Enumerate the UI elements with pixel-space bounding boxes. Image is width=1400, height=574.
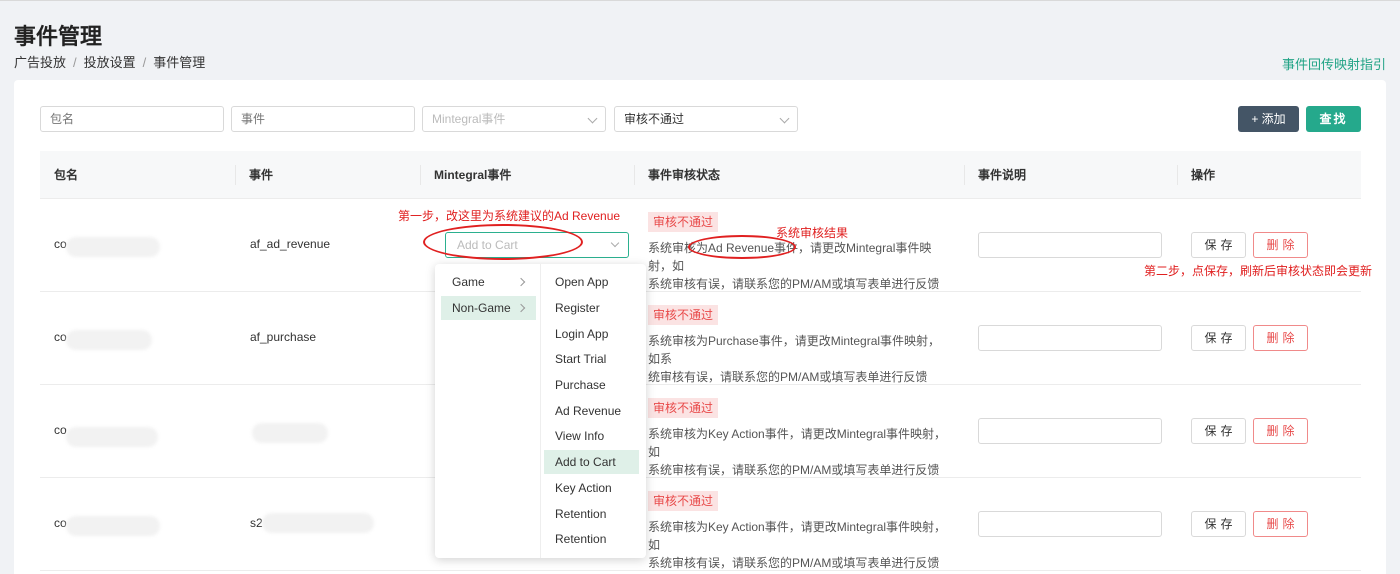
cascader-category-column: Game Non-Game [435, 264, 541, 558]
page-title: 事件管理 [14, 24, 103, 49]
event-description-input[interactable] [978, 325, 1162, 351]
column-header-event-description: 事件说明 [978, 168, 1027, 182]
cascader-option-retention[interactable]: Retention [544, 502, 639, 526]
table-row: co 审核不通过 系统审核为Key Action事件，请更改Mintegral事… [40, 385, 1361, 478]
cascader-option-retention[interactable]: Retention [544, 527, 639, 551]
breadcrumb: 广告投放 / 投放设置 / 事件管理 [14, 52, 205, 71]
status-message-line: 系统审核有误，请联系您的PM/AM或填写表单进行反馈 [648, 556, 940, 570]
status-message: 系统审核为Key Action事件，请更改Mintegral事件映射，如 系统审… [648, 518, 948, 572]
chevron-right-icon [516, 303, 526, 313]
breadcrumb-separator: / [142, 55, 147, 70]
redacted-package-name [66, 516, 160, 536]
status-message-line: 系统审核有误，请联系您的PM/AM或填写表单进行反馈 [648, 463, 940, 477]
cascader-option-start-trial[interactable]: Start Trial [544, 347, 639, 371]
cascader-option-open-app[interactable]: Open App [544, 270, 639, 294]
mintegral-event-filter-select[interactable]: Mintegral事件 [422, 106, 606, 132]
status-message: 系统审核为Key Action事件，请更改Mintegral事件映射，如 系统审… [648, 425, 948, 479]
cascader-option-login-app[interactable]: Login App [544, 322, 639, 346]
page-header: 事件管理 广告投放 / 投放设置 / 事件管理 事件回传映射指引 [0, 0, 1400, 80]
cascader-category-label: Non-Game [452, 301, 511, 315]
cascader-option-ad-revenue[interactable]: Ad Revenue [544, 399, 639, 423]
redacted-event-name [262, 513, 374, 533]
cascader-category-game[interactable]: Game [441, 270, 536, 294]
package-name: co [54, 237, 67, 251]
package-name: co [54, 516, 67, 530]
event-description-input[interactable] [978, 232, 1162, 258]
cascader-option-key-action[interactable]: Key Action [544, 476, 639, 500]
delete-button[interactable]: 删除 [1253, 511, 1308, 537]
status-badge: 审核不通过 [648, 212, 719, 232]
column-header-package: 包名 [54, 168, 79, 182]
redacted-package-name [66, 330, 152, 350]
save-button[interactable]: 保存 [1191, 232, 1246, 258]
delete-button[interactable]: 删除 [1253, 325, 1308, 351]
status-badge: 审核不通过 [648, 491, 719, 511]
chevron-right-icon [516, 277, 526, 287]
breadcrumb-item-ad-delivery[interactable]: 广告投放 [14, 55, 66, 70]
save-button[interactable]: 保存 [1191, 418, 1246, 444]
status-badge: 审核不通过 [648, 398, 719, 418]
annotation-system-result: 系统审核结果 [776, 226, 849, 240]
breadcrumb-item-event-management: 事件管理 [153, 55, 206, 70]
save-button[interactable]: 保存 [1191, 325, 1246, 351]
cascader-category-label: Game [452, 275, 485, 289]
table-row: co af_purchase 审核不通过 系统审核为Purchase事件，请更改… [40, 292, 1361, 385]
chevron-down-icon [587, 113, 598, 124]
event-description-input[interactable] [978, 511, 1162, 537]
status-message-line: 统审核有误，请联系您的PM/AM或填写表单进行反馈 [648, 370, 928, 384]
redacted-event-name [252, 423, 328, 443]
column-header-mintegral-event: Mintegral事件 [434, 168, 512, 182]
delete-button[interactable]: 删除 [1253, 232, 1308, 258]
table-row: co s2 审核不通过 系统审核为Key Action事件，请更改Mintegr… [40, 478, 1361, 571]
status-message-line: 系统审核为Purchase事件，请更改Mintegral事件映射，如系 [648, 334, 941, 366]
breadcrumb-separator: / [73, 55, 77, 70]
breadcrumb-item-delivery-settings[interactable]: 投放设置 [84, 55, 136, 70]
annotation-ellipse-select [423, 224, 583, 260]
redacted-package-name [66, 427, 158, 447]
cascader-category-non-game[interactable]: Non-Game [441, 296, 536, 320]
search-button[interactable]: 查找 [1306, 106, 1361, 132]
chevron-down-icon [610, 238, 620, 248]
status-message-line: 系统审核为Key Action事件，请更改Mintegral事件映射，如 [648, 427, 947, 459]
event-description-input[interactable] [978, 418, 1162, 444]
cascader-option-view-info[interactable]: View Info [544, 424, 639, 448]
redacted-package-name [66, 237, 160, 257]
column-header-review-status: 事件审核状态 [648, 168, 721, 182]
event-filter-input[interactable] [231, 106, 415, 132]
event-name: af_purchase [250, 330, 317, 344]
event-name: s2 [250, 516, 263, 530]
cascader-option-add-to-cart[interactable]: Add to Cart [544, 450, 639, 474]
annotation-ellipse-result [688, 235, 796, 259]
status-filter-value: 审核不通过 [624, 112, 685, 126]
mintegral-event-filter-placeholder: Mintegral事件 [432, 112, 506, 126]
save-button[interactable]: 保存 [1191, 511, 1246, 537]
status-filter-select[interactable]: 审核不通过 [614, 106, 798, 132]
package-name: co [54, 330, 67, 344]
annotation-step-one: 第一步，改这里为系统建议的Ad Revenue [398, 209, 621, 223]
chevron-down-icon [779, 113, 790, 124]
table-header: 包名 事件 Mintegral事件 事件审核状态 事件说明 操作 [40, 151, 1361, 199]
column-header-event: 事件 [249, 168, 274, 182]
mintegral-event-cascader-dropdown: Game Non-Game Open App Register Login Ap… [435, 264, 646, 558]
event-name: af_ad_revenue [250, 237, 331, 251]
column-header-actions: 操作 [1191, 168, 1216, 182]
package-name: co [54, 423, 67, 437]
content-card: Mintegral事件 审核不通过 + 添加 查找 包名 事件 Mintegra… [14, 80, 1386, 574]
delete-button[interactable]: 删除 [1253, 418, 1308, 444]
status-message: 系统审核为Purchase事件，请更改Mintegral事件映射，如系 统审核有… [648, 332, 948, 386]
cascader-option-register[interactable]: Register [544, 296, 639, 320]
status-message-line: 系统审核有误，请联系您的PM/AM或填写表单进行反馈 [648, 277, 940, 291]
package-filter-input[interactable] [40, 106, 224, 132]
add-button[interactable]: + 添加 [1238, 106, 1299, 132]
event-mapping-guide-link[interactable]: 事件回传映射指引 [1282, 54, 1386, 73]
cascader-option-purchase[interactable]: Purchase [544, 373, 639, 397]
annotation-step-two: 第二步，点保存，刷新后审核状态即会更新 [1144, 264, 1373, 278]
status-badge: 审核不通过 [648, 305, 719, 325]
status-message-line: 系统审核为Key Action事件，请更改Mintegral事件映射，如 [648, 520, 947, 552]
